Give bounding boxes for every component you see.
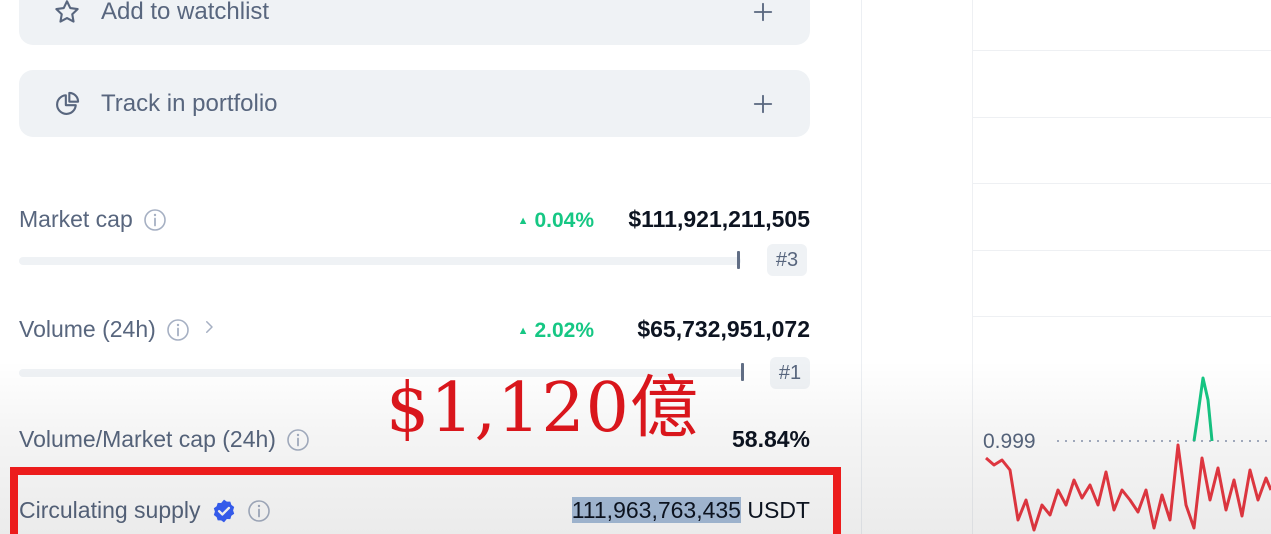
market-cap-rank-bar xyxy=(19,257,741,265)
volume-label-text: Volume (24h) xyxy=(19,316,156,342)
coin-stats-panel: Add to watchlist Track in portfolio Mark… xyxy=(0,0,862,534)
annotation-highlight-box xyxy=(10,467,841,534)
volume-label[interactable]: Volume (24h) xyxy=(19,316,218,343)
panel-divider xyxy=(861,0,862,534)
star-icon xyxy=(55,0,79,23)
market-cap-change-value: 0.04% xyxy=(534,209,594,232)
volume-change-value: 2.02% xyxy=(534,319,594,342)
info-icon[interactable] xyxy=(143,208,167,232)
caret-up-icon: ▲ xyxy=(517,215,529,228)
market-cap-row: Market cap ▲ 0.04% $111,921,211,505 xyxy=(19,206,810,246)
volume-rank-marker xyxy=(741,363,744,381)
track-in-portfolio-button[interactable]: Track in portfolio xyxy=(19,70,810,137)
price-line-positive xyxy=(1192,376,1214,442)
market-cap-value: $111,921,211,505 xyxy=(628,206,810,232)
reference-price-label: 0.999 xyxy=(983,430,1036,453)
add-to-watchlist-label: Add to watchlist xyxy=(101,0,270,25)
market-cap-label-text: Market cap xyxy=(19,206,133,232)
chevron-right-icon[interactable] xyxy=(200,318,218,336)
market-cap-rank-badge: #3 xyxy=(767,244,807,276)
volume-market-cap-value: 58.84% xyxy=(731,426,810,452)
caret-up-icon: ▲ xyxy=(517,325,529,338)
volume-change: ▲ 2.02% xyxy=(518,319,594,343)
price-line-negative xyxy=(985,443,1271,532)
volume-rank-badge: #1 xyxy=(770,357,810,389)
info-icon[interactable] xyxy=(286,428,310,452)
info-icon[interactable] xyxy=(166,318,190,342)
pie-chart-icon xyxy=(56,91,80,115)
plus-icon xyxy=(753,94,773,113)
volume-market-cap-label: Volume/Market cap (24h) xyxy=(19,426,310,453)
volume-market-cap-label-text: Volume/Market cap (24h) xyxy=(19,426,276,452)
market-cap-rank-marker xyxy=(737,251,740,269)
volume-value: $65,732,951,072 xyxy=(637,316,810,342)
add-to-watchlist-button[interactable]: Add to watchlist xyxy=(19,0,810,45)
plus-icon xyxy=(753,2,773,21)
track-in-portfolio-label: Track in portfolio xyxy=(101,89,278,117)
volume-row: Volume (24h) ▲ 2.02% $65,732,951,072 xyxy=(19,316,810,356)
market-cap-label: Market cap xyxy=(19,206,167,233)
annotation-caption: $1,120億 xyxy=(386,369,699,448)
market-cap-change: ▲ 0.04% xyxy=(518,209,594,233)
